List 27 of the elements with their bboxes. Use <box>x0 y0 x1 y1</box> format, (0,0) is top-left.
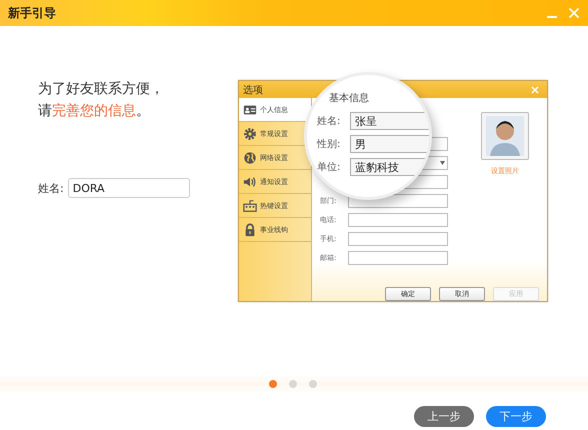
name-label: 姓名: <box>38 180 64 196</box>
intro-text: 请完善您的信息。 <box>38 102 151 121</box>
page-dot[interactable] <box>309 380 317 388</box>
card-icon <box>243 102 257 116</box>
back-button[interactable]: 上一步 <box>414 406 474 427</box>
lock-icon <box>243 222 257 236</box>
next-button[interactable]: 下一步 <box>486 406 546 427</box>
speaker-icon <box>243 174 257 188</box>
globe-icon <box>243 150 257 164</box>
avatar-icon <box>481 112 529 160</box>
window-title: 新手引导 <box>8 4 57 22</box>
close-icon[interactable] <box>568 7 580 19</box>
input-field: 张呈 <box>350 112 429 130</box>
field-label: 性别: <box>317 138 342 151</box>
field-label: 姓名: <box>317 115 342 128</box>
gear-icon <box>243 126 257 140</box>
section-heading: 基本信息 <box>329 92 370 105</box>
dropdown-arrow-icon <box>440 160 445 164</box>
close-icon <box>531 86 539 94</box>
intro-text: 为了好友联系方便， <box>38 80 165 99</box>
page-dot[interactable] <box>289 380 297 388</box>
input-field: 男 <box>350 135 429 153</box>
name-input[interactable]: DORA <box>68 178 190 198</box>
keyboard-icon <box>243 198 257 212</box>
dialog-title: 选项 <box>243 84 264 96</box>
field-label: 单位: <box>317 160 342 174</box>
page-dot[interactable] <box>269 380 277 388</box>
